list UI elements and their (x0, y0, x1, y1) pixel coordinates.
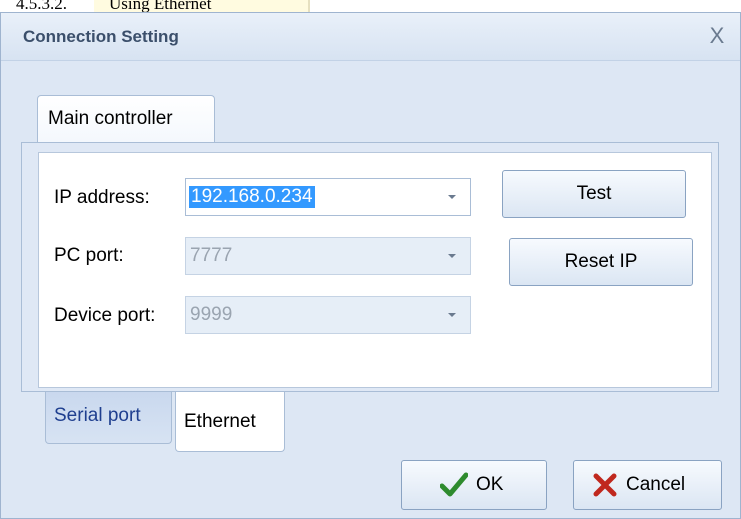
chevron-down-icon (448, 313, 456, 317)
tab-serial-port-label: Serial port (54, 405, 141, 426)
ethernet-settings-panel: IP address: 192.168.0.234 PC port: 7777 … (38, 152, 712, 388)
reset-ip-button[interactable]: Reset IP (509, 238, 693, 286)
cancel-button-label: Cancel (626, 474, 686, 495)
cancel-button[interactable]: Cancel (573, 460, 722, 510)
ok-button[interactable]: OK (401, 460, 547, 510)
device-port-combo: 9999 (185, 296, 471, 334)
device-port-value: 9999 (190, 304, 233, 325)
tab-main-controller[interactable]: Main controller (37, 95, 215, 143)
chevron-down-icon (448, 254, 456, 258)
title-bar: Connection Setting X (1, 13, 740, 61)
close-icon[interactable]: X (704, 23, 730, 49)
ip-address-combo[interactable]: 192.168.0.234 (185, 178, 471, 216)
pc-port-label: PC port: (54, 245, 124, 266)
pc-port-combo: 7777 (185, 237, 471, 275)
pc-port-value: 7777 (190, 245, 233, 266)
test-button-label: Test (576, 183, 612, 204)
tab-main-controller-label: Main controller (48, 108, 173, 129)
tab-panel: IP address: 192.168.0.234 PC port: 7777 … (21, 142, 719, 392)
check-icon (440, 472, 468, 497)
ok-button-label: OK (476, 474, 504, 495)
tab-ethernet-label: Ethernet (184, 411, 256, 432)
dialog-title: Connection Setting (23, 27, 179, 46)
tab-ethernet[interactable]: Ethernet (175, 392, 285, 452)
x-icon (593, 473, 617, 497)
device-port-label: Device port: (54, 305, 156, 326)
chevron-down-icon[interactable] (448, 195, 456, 199)
ip-address-label: IP address: (54, 187, 150, 208)
tab-serial-port[interactable]: Serial port (45, 392, 172, 444)
ip-address-value[interactable]: 192.168.0.234 (189, 186, 315, 208)
test-button[interactable]: Test (502, 170, 686, 218)
reset-ip-button-label: Reset IP (564, 251, 638, 272)
connection-setting-dialog: Connection Setting X Main controller IP … (0, 12, 741, 519)
